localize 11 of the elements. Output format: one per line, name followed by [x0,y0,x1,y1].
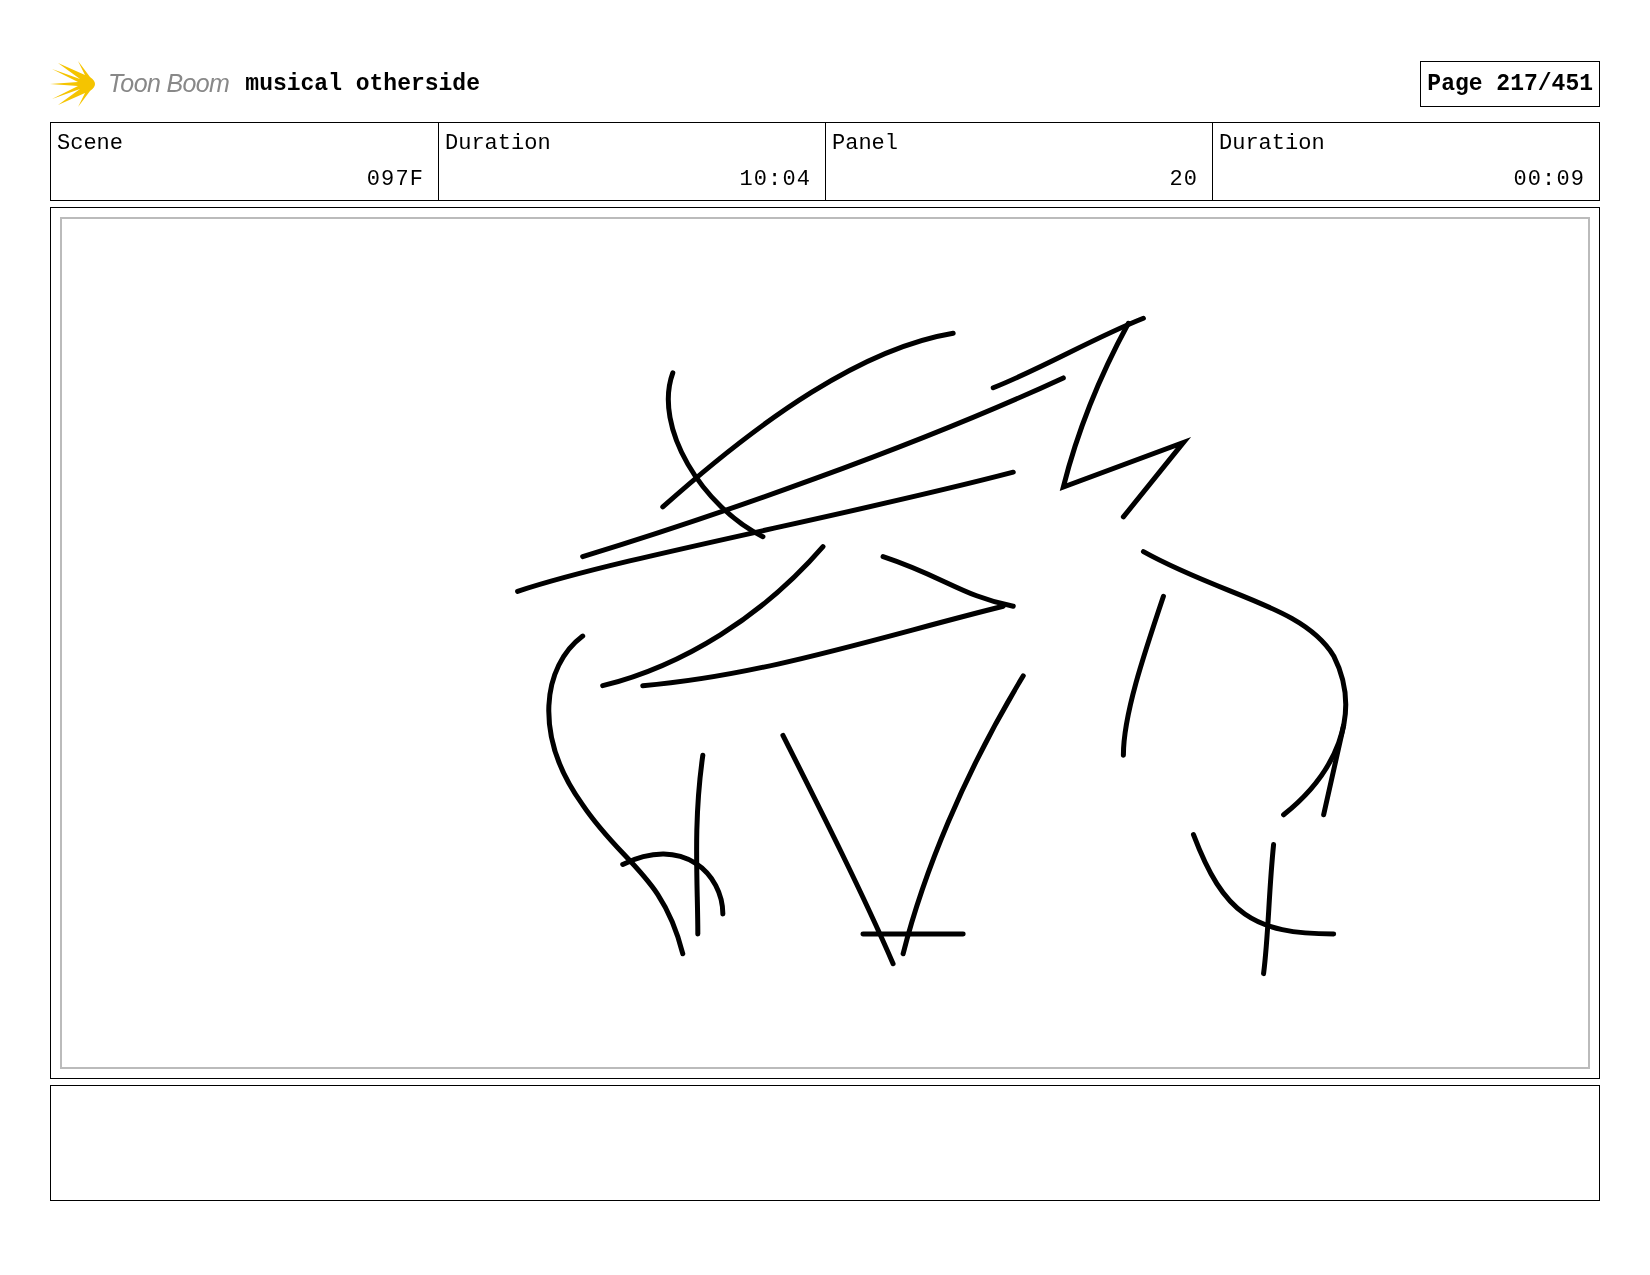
info-value: 10:04 [739,166,811,194]
info-label: Duration [445,130,551,158]
page-number: Page 217/451 [1420,60,1600,108]
info-label: Scene [57,130,123,158]
logo-text: Toon Boom [108,68,230,100]
info-value: 00:09 [1513,166,1585,194]
info-label: Duration [1219,130,1325,158]
info-value: 097F [366,166,424,194]
info-value: 20 [1169,166,1198,194]
info-label: Panel [832,130,898,158]
project-title: musical otherside [245,69,480,99]
